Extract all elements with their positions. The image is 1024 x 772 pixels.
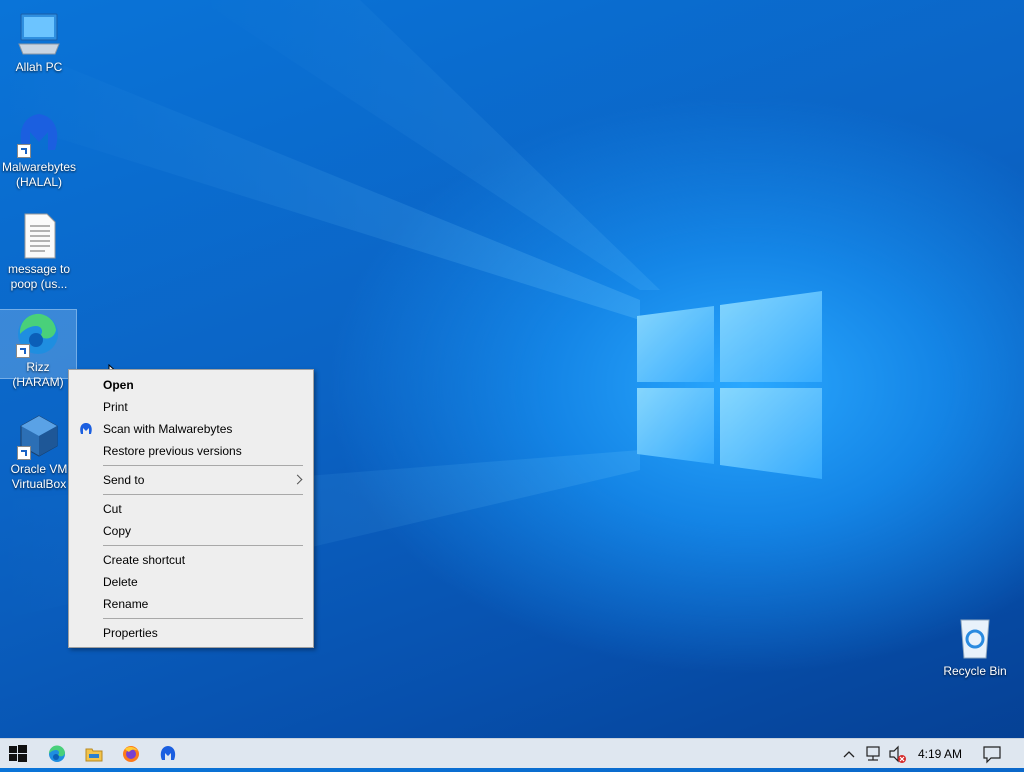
menu-item-label: Scan with Malwarebytes	[103, 422, 233, 436]
chevron-right-icon	[292, 474, 303, 485]
file-explorer-icon	[85, 748, 103, 762]
action-center-button[interactable]	[980, 739, 1004, 769]
shortcut-arrow-icon	[17, 144, 31, 158]
menu-item-send-to[interactable]: Send to	[69, 469, 313, 491]
menu-separator	[103, 545, 303, 546]
menu-item-properties[interactable]: Properties	[69, 622, 313, 644]
malwarebytes-icon	[80, 423, 92, 434]
shortcut-arrow-icon	[16, 344, 30, 358]
taskbar-file-explorer-button[interactable]	[76, 739, 112, 769]
taskbar-edge-button[interactable]	[39, 739, 75, 769]
edge-icon	[48, 745, 65, 762]
menu-separator	[103, 618, 303, 619]
desktop-icon-label: Rizz (HARAM)	[12, 360, 64, 389]
desktop-icon-recycle-bin[interactable]: Recycle Bin	[937, 614, 1013, 679]
menu-item-copy[interactable]: Copy	[69, 520, 313, 542]
recycle-bin-icon	[951, 614, 999, 662]
malwarebytes-icon	[15, 110, 63, 158]
menu-item-create-shortcut[interactable]: Create shortcut	[69, 549, 313, 571]
menu-item-scan-malwarebytes[interactable]: Scan with Malwarebytes	[69, 418, 313, 440]
start-icon	[9, 745, 27, 762]
menu-item-print[interactable]: Print	[69, 396, 313, 418]
chevron-up-icon	[843, 751, 855, 758]
desktop-icon-malwarebytes[interactable]: Malwarebytes (HALAL)	[1, 110, 77, 190]
firefox-icon	[123, 746, 139, 762]
network-icon	[866, 746, 880, 761]
desktop-icon-text-file[interactable]: message to poop (us...	[1, 212, 77, 292]
menu-item-delete[interactable]: Delete	[69, 571, 313, 593]
taskbar-firefox-button[interactable]	[113, 739, 149, 769]
text-document-icon	[15, 212, 63, 260]
menu-item-open[interactable]: Open	[69, 374, 313, 396]
menu-item-label: Send to	[103, 473, 145, 487]
desktop-icon-this-pc[interactable]: Allah PC	[1, 10, 77, 75]
desktop-icon-virtualbox[interactable]: Oracle VM VirtualBox	[1, 412, 77, 492]
context-menu: Open Print Scan with Malwarebytes Restor…	[68, 369, 314, 648]
this-pc-icon	[15, 10, 63, 58]
desktop-icon-label: Oracle VM VirtualBox	[10, 462, 68, 491]
edge-icon	[14, 310, 62, 358]
shortcut-arrow-icon	[17, 446, 31, 460]
desktop-icon-label: message to poop (us...	[7, 262, 71, 291]
show-hidden-icons-button[interactable]	[842, 739, 856, 769]
taskbar-clock[interactable]: 4:19 AM	[912, 739, 968, 769]
virtualbox-icon	[15, 412, 63, 460]
menu-item-cut[interactable]: Cut	[69, 498, 313, 520]
desktop-icon-label: Allah PC	[15, 60, 63, 74]
desktop-icon-label: Recycle Bin	[943, 664, 1007, 678]
notification-icon	[983, 746, 1001, 764]
network-tray-button[interactable]	[864, 739, 884, 769]
volume-tray-button[interactable]	[888, 739, 908, 769]
taskbar-malwarebytes-button[interactable]	[150, 739, 186, 769]
menu-separator	[103, 494, 303, 495]
desktop-icon-edge[interactable]: Rizz (HARAM)	[0, 309, 77, 389]
menu-separator	[103, 465, 303, 466]
menu-item-restore-previous-versions[interactable]: Restore previous versions	[69, 440, 313, 462]
windows-logo	[637, 291, 822, 479]
taskbar: 4:19 AM	[0, 738, 1024, 768]
malwarebytes-icon	[160, 746, 176, 760]
volume-muted-icon	[889, 745, 906, 763]
desktop-icon-label: Malwarebytes (HALAL)	[1, 160, 77, 189]
start-button[interactable]	[0, 739, 36, 769]
menu-item-rename[interactable]: Rename	[69, 593, 313, 615]
